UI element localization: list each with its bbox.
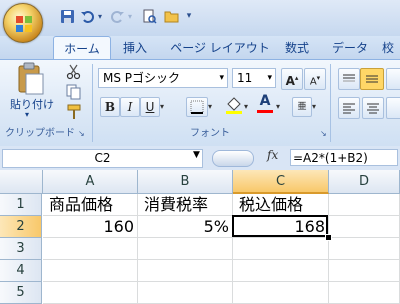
cell-A1[interactable]: 商品価格 xyxy=(43,194,138,216)
select-all-corner[interactable] xyxy=(0,170,43,194)
borders-icon[interactable] xyxy=(186,97,208,117)
column-header-B[interactable]: B xyxy=(138,170,233,194)
paste-button-label[interactable]: 貼り付け xyxy=(4,96,60,112)
phonetic-dropdown-icon[interactable]: ▾ xyxy=(312,102,316,111)
column-header-A[interactable]: A xyxy=(43,170,138,194)
cell-D5[interactable] xyxy=(329,282,400,304)
column-header-D[interactable]: D xyxy=(329,170,400,194)
cell-D2[interactable] xyxy=(329,216,400,238)
font-name-value: MS Pゴシック xyxy=(103,71,181,85)
font-name-box[interactable]: MS Pゴシック ▾ xyxy=(98,68,228,88)
undo-dropdown-icon[interactable]: ▾ xyxy=(96,9,104,24)
font-name-dropdown-icon[interactable]: ▾ xyxy=(219,69,224,87)
underline-dropdown-icon[interactable]: ▾ xyxy=(160,102,164,111)
format-painter-icon[interactable] xyxy=(66,104,82,120)
borders-dropdown-icon[interactable]: ▾ xyxy=(208,102,212,111)
name-box-value: C2 xyxy=(94,151,111,165)
copy-icon[interactable] xyxy=(66,84,82,100)
grow-font-icon[interactable]: A▴ xyxy=(281,68,303,90)
clipboard-group-label: クリップボード xyxy=(5,128,75,139)
align-bottom-icon[interactable] xyxy=(386,68,400,90)
shrink-font-icon[interactable]: A▾ xyxy=(304,68,326,90)
font-size-box[interactable]: 11 ▾ xyxy=(232,68,276,88)
cell-C1[interactable]: 税込価格 xyxy=(233,194,329,216)
underline-button[interactable]: U xyxy=(140,97,160,117)
italic-button[interactable]: I xyxy=(120,97,140,117)
cut-icon[interactable] xyxy=(66,64,82,80)
font-group-label: フォント xyxy=(190,128,230,139)
undo-icon[interactable] xyxy=(80,9,95,24)
customize-quick-access-icon[interactable]: ▾ xyxy=(184,9,194,24)
bold-button[interactable]: B xyxy=(100,97,120,117)
redo-icon[interactable] xyxy=(110,9,125,24)
align-middle-icon[interactable] xyxy=(360,68,384,90)
font-color-swatch xyxy=(257,110,273,113)
save-icon[interactable] xyxy=(60,9,75,24)
paste-dropdown-icon[interactable]: ▾ xyxy=(25,110,29,119)
tab-review[interactable]: 校 xyxy=(380,36,396,60)
print-preview-icon[interactable] xyxy=(142,9,157,24)
tab-page-layout[interactable]: ページ レイアウト xyxy=(168,36,272,60)
cell-A2[interactable]: 160 xyxy=(43,216,138,238)
tab-insert[interactable]: 挿入 xyxy=(117,36,153,60)
cell-A5[interactable] xyxy=(43,282,138,304)
cell-C4[interactable] xyxy=(233,260,329,282)
tab-formulas[interactable]: 数式 xyxy=(280,36,314,60)
clipboard-launcher-icon[interactable]: ↘ xyxy=(78,129,85,138)
cell-C5[interactable] xyxy=(233,282,329,304)
phonetic-guide-icon[interactable]: 亜 xyxy=(292,97,312,117)
font-color-dropdown-icon[interactable]: ▾ xyxy=(276,102,280,111)
cell-C2[interactable]: 168 xyxy=(233,216,329,238)
office-logo-icon xyxy=(16,16,32,32)
insert-function-icon[interactable]: fx xyxy=(267,148,278,162)
row-header-4[interactable]: 4 xyxy=(0,260,42,282)
name-box-dropdown-icon[interactable]: ▼ xyxy=(193,150,200,160)
name-box[interactable]: C2 xyxy=(2,149,203,168)
tab-home[interactable]: ホーム xyxy=(53,36,111,61)
formula-input[interactable]: =A2*(1+B2) xyxy=(290,149,398,166)
cell-B4[interactable] xyxy=(138,260,233,282)
font-color-letter: A xyxy=(259,93,271,109)
align-left-icon[interactable] xyxy=(338,97,360,119)
font-launcher-icon[interactable]: ↘ xyxy=(320,129,327,138)
cell-B2[interactable]: 5% xyxy=(138,216,233,238)
redo-dropdown-icon[interactable]: ▾ xyxy=(126,9,134,24)
cell-A4[interactable] xyxy=(43,260,138,282)
fill-color-icon[interactable] xyxy=(224,95,244,115)
font-color-icon[interactable]: A xyxy=(256,93,274,115)
office-button[interactable] xyxy=(3,3,43,43)
cell-C3[interactable] xyxy=(233,238,329,260)
formula-bar-resize-handle[interactable] xyxy=(212,150,254,167)
cell-D1[interactable] xyxy=(329,194,400,216)
align-right-icon[interactable] xyxy=(386,97,400,119)
cell-B1[interactable]: 消費税率 xyxy=(138,194,233,216)
row-header-3[interactable]: 3 xyxy=(0,238,42,260)
row-header-2[interactable]: 2 xyxy=(0,216,42,238)
cell-A3[interactable] xyxy=(43,238,138,260)
cell-B3[interactable] xyxy=(138,238,233,260)
font-size-value: 11 xyxy=(237,71,253,85)
cell-B5[interactable] xyxy=(138,282,233,304)
cell-D3[interactable] xyxy=(329,238,400,260)
font-size-dropdown-icon[interactable]: ▾ xyxy=(267,69,272,87)
row-header-1[interactable]: 1 xyxy=(0,194,42,216)
fill-color-dropdown-icon[interactable]: ▾ xyxy=(244,102,248,111)
column-header-C[interactable]: C xyxy=(233,170,329,194)
group-separator xyxy=(330,64,331,142)
cell-D4[interactable] xyxy=(329,260,400,282)
align-center-icon[interactable] xyxy=(362,97,384,119)
open-folder-icon[interactable] xyxy=(164,9,179,24)
group-separator xyxy=(92,64,93,142)
align-top-icon[interactable] xyxy=(338,68,360,90)
tab-data[interactable]: データ xyxy=(330,36,370,60)
paste-icon[interactable] xyxy=(16,62,46,96)
row-header-5[interactable]: 5 xyxy=(0,282,42,304)
fill-handle[interactable] xyxy=(325,234,332,241)
